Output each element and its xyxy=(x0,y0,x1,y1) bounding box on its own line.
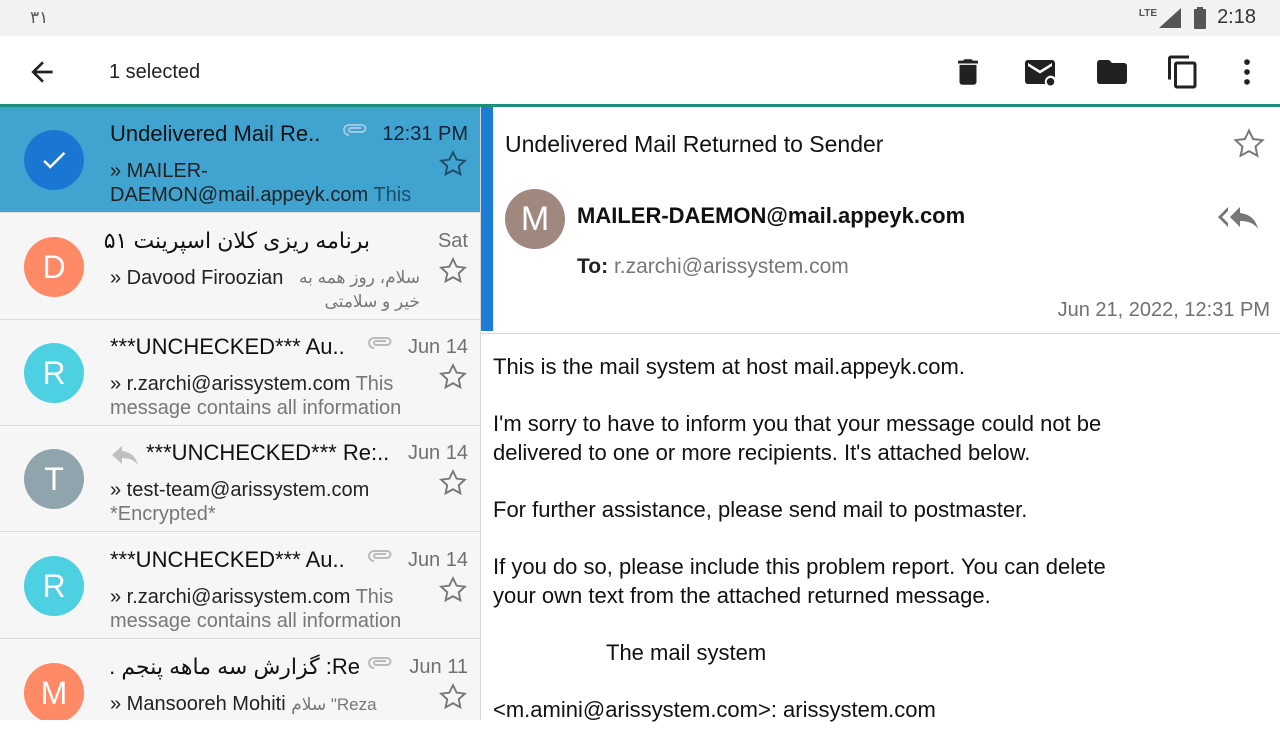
avatar[interactable]: R xyxy=(24,556,84,616)
message-preview: » Mansooreh Mohiti سلام "Reza Zarchi" پی… xyxy=(110,692,430,720)
avatar[interactable]: D xyxy=(24,237,84,297)
lte-label: LTE xyxy=(1138,8,1158,19)
signal-icon xyxy=(1157,7,1183,29)
body-paragraph: This is the mail system at host mail.app… xyxy=(493,354,965,379)
selection-count: 1 selected xyxy=(109,61,201,83)
avatar[interactable]: T xyxy=(24,449,84,509)
star-icon[interactable] xyxy=(438,575,468,605)
message-preview: » MAILER-DAEMON@mail.appeyk.com This is … xyxy=(110,159,430,209)
selected-check-icon[interactable] xyxy=(24,130,84,190)
mark-unread-icon[interactable] xyxy=(1022,54,1058,90)
attachment-icon xyxy=(368,656,394,670)
message-list[interactable]: Undelivered Mail Re.. 12:31 PM » MAILER-… xyxy=(0,107,481,720)
message-row[interactable]: D برنامه ریزی کلان اسپرینت ۵۱ Sat » Davo… xyxy=(0,214,480,320)
star-icon[interactable] xyxy=(438,468,468,498)
attachment-icon xyxy=(343,123,369,137)
action-toolbar: 1 selected xyxy=(0,36,1280,106)
body-paragraph: I'm sorry to have to inform you that you… xyxy=(493,411,1102,465)
body-paragraph: If you do so, please include this proble… xyxy=(493,554,1106,608)
message-row[interactable]: R ***UNCHECKED*** Au.. Jun 14 » r.zarchi… xyxy=(0,320,480,426)
message-sender: » test-team@arissystem.com xyxy=(110,479,370,501)
message-date: Jun 14 xyxy=(407,336,468,358)
message-body: This is the mail system at host mail.app… xyxy=(493,352,1263,752)
message-row[interactable]: T ***UNCHECKED*** Re:.. Jun 14 » test-te… xyxy=(0,426,480,532)
message-date: Jun 11 xyxy=(409,656,468,678)
copy-icon[interactable] xyxy=(1165,54,1201,90)
reply-all-icon[interactable] xyxy=(1216,201,1260,233)
message-preview: » test-team@arissystem.com *Encrypted* xyxy=(110,478,430,528)
message-subject: ***UNCHECKED*** Au.. xyxy=(110,547,345,572)
avatar[interactable]: M xyxy=(24,663,84,720)
star-icon[interactable] xyxy=(438,149,468,179)
message-subject: ***UNCHECKED*** Re:.. xyxy=(146,440,390,465)
message-header: Undelivered Mail Returned to Sender M MA… xyxy=(481,107,1280,333)
message-row[interactable]: M Re: گزارش سه ماهه پنجم .. Jun 11 » Man… xyxy=(0,640,480,720)
body-signature: The mail system xyxy=(606,640,767,665)
message-sender: » MAILER-DAEMON@mail.appeyk.com xyxy=(110,160,369,206)
message-preview: » Davood Firoozian سلام، روز همه به خیر … xyxy=(110,266,430,316)
header-divider xyxy=(481,333,1280,334)
message-snippet: *Encrypted* xyxy=(110,503,216,525)
message-subject: ***UNCHECKED*** Au.. xyxy=(110,334,345,359)
clock: 2:18 xyxy=(1217,6,1256,28)
message-subject: برنامه ریزی کلان اسپرینت ۵۱ xyxy=(103,228,370,253)
message-sender: » r.zarchi@arissystem.com xyxy=(110,373,351,395)
status-bar: ۳۱ LTE 2:18 xyxy=(0,0,1280,36)
reader-date: Jun 21, 2022, 12:31 PM xyxy=(1057,299,1270,321)
avatar[interactable]: R xyxy=(24,343,84,403)
message-subject: Re: گزارش سه ماهه پنجم .. xyxy=(110,654,360,679)
recipient-line: To: r.zarchi@arissystem.com xyxy=(577,255,849,279)
message-snippet: سلام، روز همه به خیر و سلامتی برنامه ریز… xyxy=(299,268,420,311)
folder-icon[interactable] xyxy=(1094,54,1130,90)
status-indicators: LTE 2:18 xyxy=(1139,6,1256,29)
star-icon[interactable] xyxy=(438,256,468,286)
battery-icon xyxy=(1193,6,1207,29)
message-row[interactable]: R ***UNCHECKED*** Au.. Jun 14 » r.zarchi… xyxy=(0,533,480,639)
message-subject: Undelivered Mail Re.. xyxy=(110,121,321,146)
replied-icon xyxy=(110,442,140,466)
body-paragraph: For further assistance, please send mail… xyxy=(493,497,1028,522)
sender-avatar[interactable]: M xyxy=(505,189,565,249)
status-date: ۳۱ xyxy=(30,8,49,27)
star-icon[interactable] xyxy=(438,682,468,712)
to-address: r.zarchi@arissystem.com xyxy=(613,255,849,278)
message-date: 12:31 PM xyxy=(382,123,468,145)
sender-address[interactable]: MAILER-DAEMON@mail.appeyk.com xyxy=(577,203,965,229)
message-date: Jun 14 xyxy=(407,442,468,464)
reader-subject: Undelivered Mail Returned to Sender xyxy=(505,131,884,157)
message-preview: » r.zarchi@arissystem.com This message c… xyxy=(110,585,430,635)
message-row-selected[interactable]: Undelivered Mail Re.. 12:31 PM » MAILER-… xyxy=(0,107,480,213)
more-vert-icon[interactable] xyxy=(1229,54,1265,90)
reader-accent-bar xyxy=(481,107,493,331)
message-reader: Undelivered Mail Returned to Sender M MA… xyxy=(481,107,1280,722)
to-label: To: xyxy=(577,255,609,278)
message-preview: » r.zarchi@arissystem.com This message c… xyxy=(110,372,430,422)
star-icon[interactable] xyxy=(438,362,468,392)
attachment-icon xyxy=(368,549,394,563)
message-sender: » Mansooreh Mohiti xyxy=(110,693,286,715)
attachment-icon xyxy=(368,336,394,350)
trash-icon[interactable] xyxy=(950,54,986,90)
message-sender: » r.zarchi@arissystem.com xyxy=(110,586,351,608)
back-arrow-icon[interactable] xyxy=(26,56,58,88)
message-date: Sat xyxy=(437,230,468,252)
star-icon[interactable] xyxy=(1232,127,1266,161)
message-date: Jun 14 xyxy=(407,549,468,571)
